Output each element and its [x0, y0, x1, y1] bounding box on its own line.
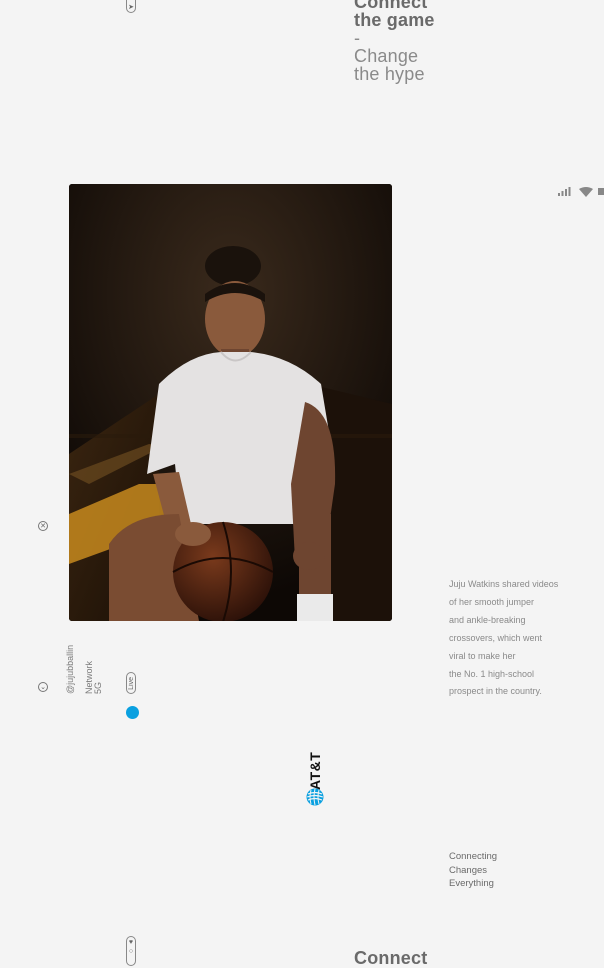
tagline-line: Connecting [449, 851, 498, 862]
headline-dash: - [354, 28, 361, 48]
headline-line-2: the game [354, 10, 435, 30]
battery-icon [598, 188, 604, 195]
heart-icon: ♥ [128, 939, 134, 946]
send-icon: ➤ [128, 3, 134, 11]
live-pill[interactable]: Live [126, 672, 136, 694]
description-line: and ankle-breaking [449, 614, 526, 625]
headline-line-3: Change [354, 46, 419, 66]
player-description: Juju Watkins shared videos of her smooth… [449, 576, 569, 701]
headline-bottom: Connect [354, 949, 427, 967]
comment-icon: ○ [128, 948, 134, 955]
chevron-down-icon[interactable]: ⌄ [38, 682, 48, 692]
description-line: Juju Watkins shared videos [449, 579, 559, 589]
live-label: Live [127, 676, 135, 690]
headline-top: Connect the game - Change the hype [354, 0, 435, 83]
player-photo-illustration [69, 184, 392, 621]
signal-icon [558, 187, 571, 196]
description-line: the No. 1 high-school [449, 668, 535, 679]
tagline-line: Everything [449, 878, 494, 889]
reaction-pill-bottom[interactable]: ♥ ○ [126, 936, 136, 966]
headline-line-4: the hype [354, 64, 425, 84]
live-indicator-dot [126, 706, 139, 719]
description-line: crossovers, which went [449, 632, 543, 643]
att-globe-icon [306, 788, 324, 806]
description-line: prospect in the country. [449, 686, 542, 697]
tagline-line: Changes [449, 864, 488, 876]
close-icon[interactable]: ✕ [38, 521, 48, 531]
social-handle[interactable]: @jujubballin [65, 644, 75, 694]
wifi-icon [579, 187, 593, 197]
description-line: viral to make her [449, 650, 516, 661]
headline-bottom-line-1: Connect [354, 948, 428, 968]
status-bar-icons [558, 186, 604, 198]
network-value: 5G [93, 681, 103, 694]
share-pill-top[interactable]: ➤ [126, 0, 136, 13]
att-wordmark: AT&T [307, 751, 323, 791]
player-photo [69, 184, 392, 621]
brand-tagline: Connecting Changes Everything [449, 850, 497, 891]
description-line: of her smooth jumper [449, 596, 535, 607]
